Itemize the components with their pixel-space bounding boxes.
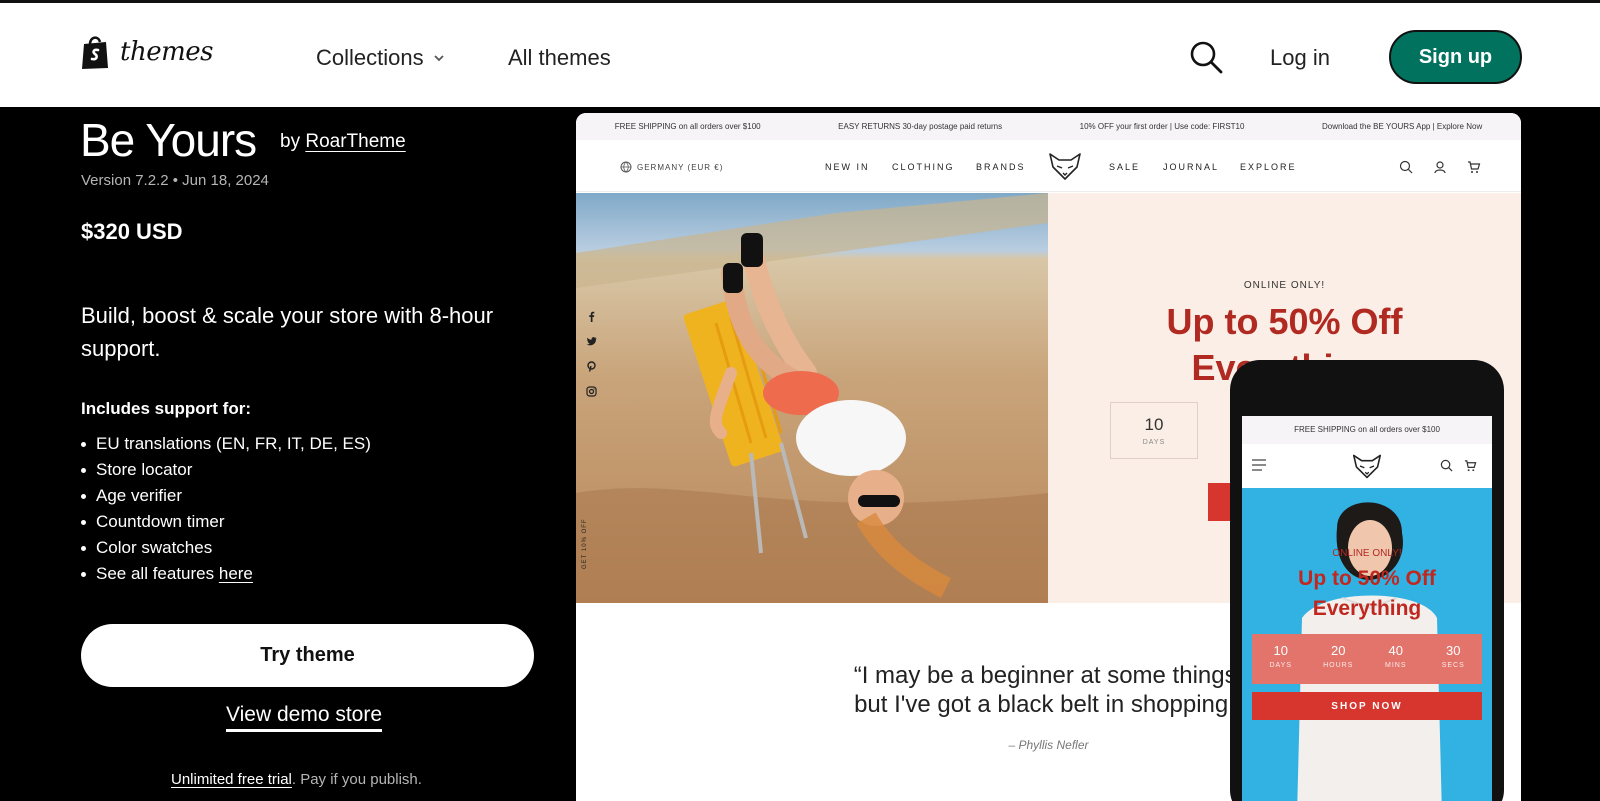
store-nav-link: NEW IN <box>825 162 870 172</box>
instagram-icon[interactable] <box>586 386 597 397</box>
cart-icon <box>1468 161 1481 173</box>
version-separator: • <box>172 172 183 189</box>
social-links <box>586 311 597 397</box>
globe-icon <box>620 161 632 173</box>
feature-item: Age verifier <box>81 483 371 509</box>
feature-item: Countdown timer <box>81 509 371 535</box>
store-nav-link: BRANDS <box>976 162 1026 172</box>
store-nav-link: EXPLORE <box>1240 162 1297 172</box>
countdown-value: 20 <box>1331 643 1346 658</box>
nav-collections-label: Collections <box>316 45 424 70</box>
phone-announcement: FREE SHIPPING on all orders over $100 <box>1242 416 1492 444</box>
trial-note-text: . Pay if you publish. <box>291 771 422 788</box>
phone-sale-headline: Up to 50% Off Everything <box>1242 564 1492 624</box>
store-nav-link: SALE <box>1109 162 1141 172</box>
feature-more-text: See all features <box>96 564 219 583</box>
announcement-item: Download the BE YOURS App | Explore Now <box>1321 122 1483 131</box>
feature-item: EU translations (EN, FR, IT, DE, ES) <box>81 431 371 457</box>
theme-price: $320 USD <box>81 219 183 244</box>
nav-all-themes[interactable]: All themes <box>508 45 611 71</box>
version-number: Version 7.2.2 <box>81 172 169 189</box>
theme-title: Be Yours <box>80 114 257 166</box>
countdown-cell: 20 HOURS <box>1310 634 1368 684</box>
feature-item: Store locator <box>81 457 371 483</box>
phone-nav <box>1242 444 1492 488</box>
account-icon <box>1434 161 1446 174</box>
includes-heading: Includes support for: <box>81 399 251 418</box>
signup-button[interactable]: Sign up <box>1389 30 1522 84</box>
countdown-value: 40 <box>1388 643 1403 658</box>
store-nav-link: JOURNAL <box>1163 162 1220 172</box>
store-nav: GERMANY (EUR €) NEW IN CLOTHING BRANDS S… <box>576 140 1521 192</box>
theme-preview-mobile: FREE SHIPPING on all orders over $100 ON… <box>1230 360 1504 801</box>
hamburger-menu-icon <box>1252 459 1266 471</box>
chevron-down-icon <box>433 55 444 62</box>
countdown-cell: 30 SECS <box>1425 634 1483 684</box>
region-label: GERMANY (EUR €) <box>637 162 724 172</box>
site-header: themes Collections All themes Log in Sig… <box>0 0 1600 107</box>
countdown-value: 30 <box>1446 643 1461 658</box>
announcement-item: 10% OFF your first order | Use code: FIR… <box>1079 122 1245 131</box>
phone-screen: FREE SHIPPING on all orders over $100 ON… <box>1242 416 1492 801</box>
countdown-days: 10 DAYS <box>1110 402 1198 459</box>
free-trial-link[interactable]: Unlimited free trial <box>171 771 292 788</box>
feature-list: EU translations (EN, FR, IT, DE, ES) Sto… <box>81 431 371 587</box>
version-info: Version 7.2.2 • Jun 18, 2024 <box>81 172 269 189</box>
twitter-icon[interactable] <box>586 336 597 347</box>
fox-logo-icon <box>1352 454 1382 479</box>
store-nav-icons <box>1399 160 1481 174</box>
release-date: Jun 18, 2024 <box>182 172 269 189</box>
login-link[interactable]: Log in <box>1270 45 1330 71</box>
phone-shop-now-button: SHOP NOW <box>1252 692 1482 720</box>
try-theme-button[interactable]: Try theme <box>81 624 534 687</box>
author-link[interactable]: RoarTheme <box>305 131 405 152</box>
search-icon[interactable] <box>1188 39 1224 75</box>
countdown-cell: 10 DAYS <box>1252 634 1310 684</box>
countdown-label: SECS <box>1441 662 1465 669</box>
beach-scene-illustration <box>576 193 1048 603</box>
sale-line-1: Up to 50% Off <box>1166 301 1403 342</box>
online-only-label: ONLINE ONLY! <box>1243 280 1326 291</box>
announcement-item: EASY RETURNS 30-day postage paid returns <box>838 122 1003 131</box>
hero-beach-photo <box>576 193 1048 603</box>
search-icon <box>1440 459 1453 472</box>
theme-byline: by RoarTheme <box>280 131 406 153</box>
theme-tagline: Build, boost & scale your store with 8-h… <box>81 303 494 361</box>
features-here-link[interactable]: here <box>219 564 253 583</box>
side-promo-tab[interactable]: GET 10% OFF <box>582 518 588 569</box>
countdown-label: MINS <box>1385 662 1407 669</box>
region-selector: GERMANY (EUR €) <box>620 161 723 173</box>
phone-sale-line-2: Everything <box>1312 597 1422 620</box>
logo-text: themes <box>120 37 213 67</box>
countdown-value: 10 <box>1273 643 1288 658</box>
shopify-bag-icon <box>82 36 108 69</box>
trial-note: Unlimited free trial. Pay if you publish… <box>171 771 422 788</box>
shopify-themes-logo[interactable]: themes <box>80 34 213 70</box>
facebook-icon[interactable] <box>586 311 597 322</box>
nav-collections[interactable]: Collections <box>316 45 446 71</box>
phone-sale-line-1: Up to 50% Off <box>1298 567 1436 590</box>
view-demo-store-link[interactable]: View demo store <box>226 703 383 732</box>
pinterest-icon[interactable] <box>586 361 597 372</box>
phone-online-only: ONLINE ONLY! <box>1332 548 1402 559</box>
feature-item: Color swatches <box>81 535 371 561</box>
countdown-label: DAYS <box>1142 439 1166 446</box>
phone-countdown: 10 DAYS 20 HOURS 40 MINS 30 SECS <box>1252 634 1482 684</box>
countdown-label: HOURS <box>1323 662 1354 669</box>
announcement-item: FREE SHIPPING on all orders over $100 <box>614 122 761 131</box>
countdown-value: 10 <box>1144 415 1164 434</box>
cart-icon <box>1464 460 1477 472</box>
search-icon <box>1399 160 1413 174</box>
announcement-bar: FREE SHIPPING on all orders over $100 EA… <box>576 113 1521 140</box>
byline-prefix: by <box>280 131 301 152</box>
feature-item-more: See all features here <box>81 561 371 587</box>
countdown-cell: 40 MINS <box>1367 634 1425 684</box>
countdown-label: DAYS <box>1269 662 1293 669</box>
fox-logo-icon <box>1049 153 1081 180</box>
store-nav-link: CLOTHING <box>892 162 955 172</box>
